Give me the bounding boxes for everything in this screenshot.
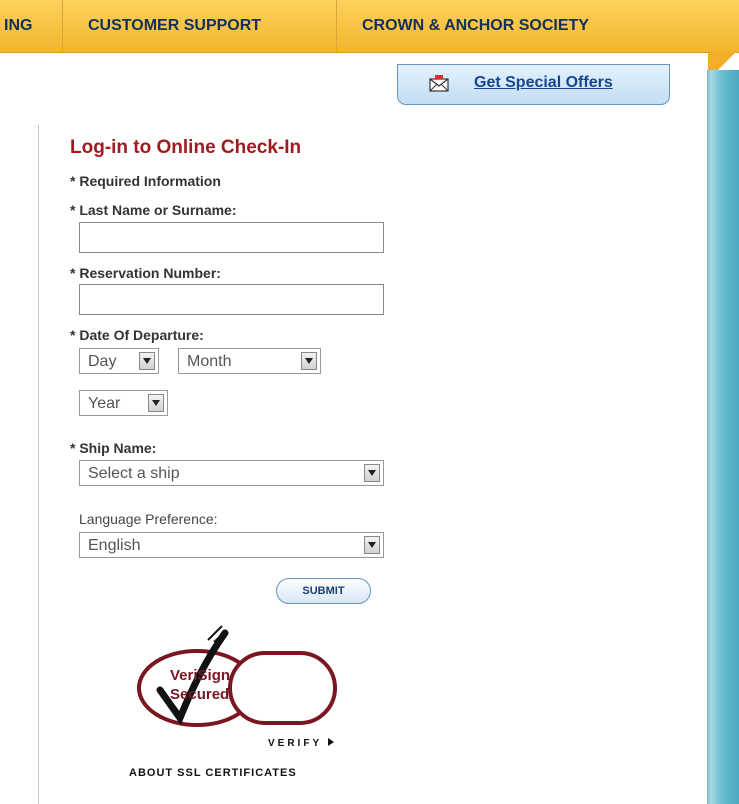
nav-divider — [62, 0, 63, 52]
departure-day-select[interactable]: Day — [79, 348, 159, 374]
seal-text-verisign: VeriSign — [170, 667, 231, 684]
departure-year-select[interactable]: Year — [79, 390, 168, 416]
ship-select-value: Select a ship — [88, 465, 180, 482]
day-select-value: Day — [88, 353, 117, 370]
departure-month-select[interactable]: Month — [178, 348, 321, 374]
language-preference-label: Language Preference: — [79, 511, 218, 527]
month-select-value: Month — [187, 353, 232, 370]
required-info-note: * Required Information — [70, 173, 221, 189]
about-ssl-certificates-link[interactable]: ABOUT SSL CERTIFICATES — [129, 767, 297, 779]
seal-text-secured: Secured — [170, 686, 230, 703]
get-special-offers-link[interactable]: Get Special Offers — [474, 74, 613, 92]
chevron-down-icon[interactable] — [364, 464, 380, 482]
envelope-icon — [429, 75, 449, 92]
date-of-departure-label: * Date Of Departure: — [70, 327, 204, 343]
ship-name-select[interactable]: Select a ship — [79, 460, 384, 486]
form-title: Log-in to Online Check-In — [70, 137, 302, 158]
last-name-label: * Last Name or Surname: — [70, 202, 237, 218]
language-select-value: English — [88, 537, 141, 554]
nav-item-customer-support[interactable]: CUSTOMER SUPPORT — [88, 0, 261, 52]
nav-item-partial[interactable]: ING — [4, 0, 32, 52]
nav-divider — [336, 0, 337, 52]
nav-item-crown-anchor-society[interactable]: CROWN & ANCHOR SOCIETY — [362, 0, 589, 52]
chevron-down-icon[interactable] — [148, 394, 164, 412]
reservation-number-label: * Reservation Number: — [70, 265, 221, 281]
submit-button[interactable]: SUBMIT — [276, 578, 371, 604]
ship-name-label: * Ship Name: — [70, 440, 157, 456]
reservation-number-input[interactable] — [79, 284, 384, 315]
chevron-down-icon[interactable] — [139, 352, 155, 370]
year-select-value: Year — [88, 395, 121, 412]
top-nav-bar: ING CUSTOMER SUPPORT CROWN & ANCHOR SOCI… — [0, 0, 739, 53]
get-special-offers-button[interactable]: Get Special Offers — [397, 64, 670, 105]
verisign-seal-icon[interactable] — [130, 618, 345, 758]
chevron-down-icon[interactable] — [364, 536, 380, 554]
language-select[interactable]: English — [79, 532, 384, 558]
seal-verify-link[interactable]: VERIFY — [268, 738, 322, 749]
last-name-input[interactable] — [79, 222, 384, 253]
decorative-side-panel — [707, 70, 739, 804]
content-divider — [38, 125, 39, 804]
chevron-down-icon[interactable] — [301, 352, 317, 370]
